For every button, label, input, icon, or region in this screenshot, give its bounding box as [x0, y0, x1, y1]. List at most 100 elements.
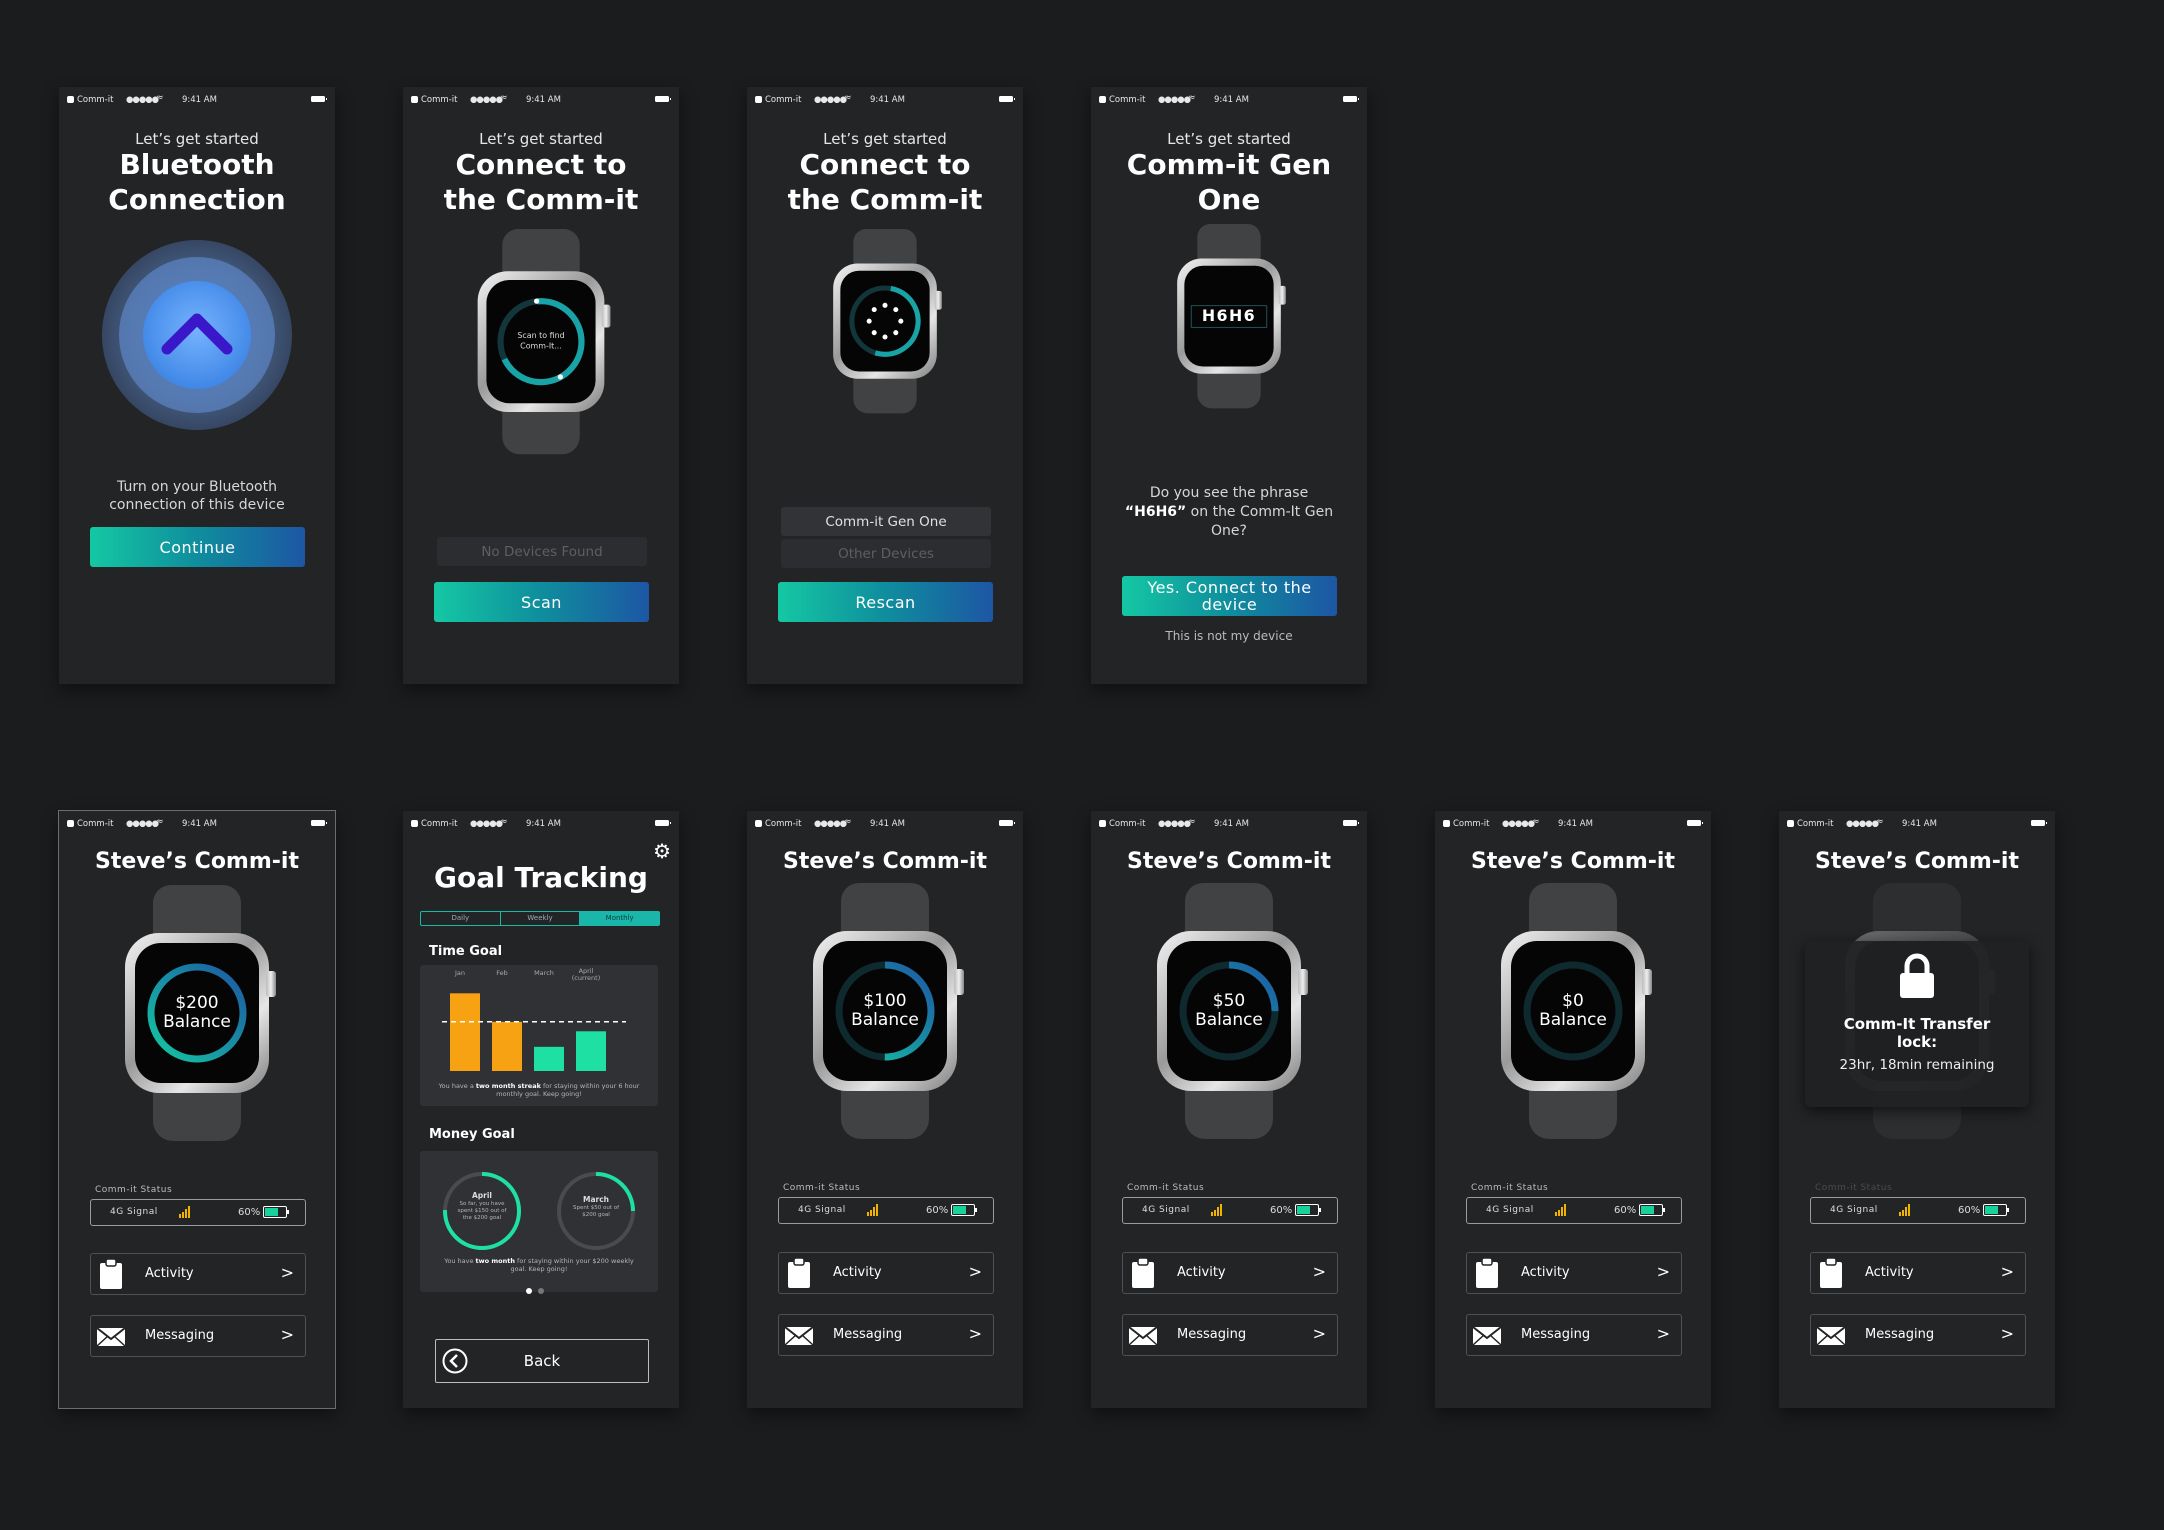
- messaging-row[interactable]: Messaging >: [1122, 1314, 1338, 1356]
- pretitle: Let’s get started: [479, 130, 603, 148]
- chevron-right-icon: >: [2000, 1324, 2014, 1343]
- battery-percent: 60%: [238, 1207, 261, 1218]
- continue-button[interactable]: Continue: [90, 527, 305, 567]
- watch-image: [830, 229, 942, 414]
- confirm-question-line2: “H6H6” on the Comm-It Gen: [1124, 504, 1334, 520]
- signal-bars-icon: [1211, 1204, 1223, 1216]
- lock-remaining: 23hr, 18min remaining: [1839, 1057, 1995, 1073]
- battery-icon: [311, 96, 327, 102]
- clipboard-icon: [1132, 1257, 1154, 1288]
- time-goal-chart: Jan Feb March April (current): [442, 967, 626, 1071]
- scan-button[interactable]: Scan: [434, 582, 649, 622]
- messaging-row[interactable]: Messaging >: [778, 1314, 994, 1356]
- battery-icon: [655, 96, 671, 102]
- signal-dots: ●●●●●: [126, 95, 159, 105]
- status-bar: Comm-it ●●●●● ≈ 9:41 AM: [1091, 817, 1367, 831]
- watch-image: $100 Balance: [809, 883, 964, 1139]
- status-time: 9:41 AM: [1214, 819, 1249, 829]
- chevron-right-icon: >: [1656, 1324, 1670, 1343]
- wifi-icon: ≈: [500, 817, 508, 827]
- time-goal-caption: You have a two month streak for staying …: [438, 1082, 640, 1098]
- activity-row[interactable]: Activity >: [1466, 1252, 1682, 1294]
- signal-bars-icon: [867, 1204, 879, 1216]
- status-bar: Comm-it ●●●●● ≈ 9:41 AM: [1779, 817, 2055, 831]
- activity-label: Activity: [1521, 1265, 1570, 1280]
- watch-image: $50 Balance: [1153, 883, 1308, 1139]
- no-devices-found-field: No Devices Found: [437, 537, 647, 566]
- pretitle: Let’s get started: [1167, 130, 1291, 148]
- tab-weekly[interactable]: Weekly: [501, 912, 581, 925]
- not-my-device-link[interactable]: This is not my device: [1116, 627, 1342, 645]
- messaging-label: Messaging: [833, 1327, 903, 1342]
- signal-label: 4G Signal: [1142, 1205, 1190, 1215]
- chart-category-label: Feb: [496, 969, 508, 977]
- wifi-icon: ≈: [1532, 817, 1540, 827]
- lock-title-line1: Comm-It Transfer: [1843, 1015, 1991, 1033]
- activity-row[interactable]: Activity >: [90, 1253, 306, 1295]
- signal-dots: ●●●●●: [814, 819, 847, 829]
- confirm-question-line1: Do you see the phrase: [1149, 485, 1309, 501]
- pretitle: Let’s get started: [135, 130, 259, 148]
- battery-icon: [1343, 96, 1359, 102]
- page-dots[interactable]: [526, 1279, 544, 1298]
- status-bar: Comm-it ●●●●● ≈ 9:41 AM: [1091, 93, 1367, 107]
- device-option-other[interactable]: Other Devices: [781, 539, 991, 568]
- back-button[interactable]: Back: [435, 1339, 649, 1383]
- messaging-row[interactable]: Messaging >: [90, 1315, 306, 1357]
- scan-text-line1: Scan to find: [517, 331, 565, 341]
- rescan-button[interactable]: Rescan: [778, 582, 993, 622]
- app-logo-icon: [755, 820, 762, 827]
- ring-march-text: Spent $50 out of $200 goal: [572, 1205, 620, 1218]
- activity-row[interactable]: Activity >: [1810, 1252, 2026, 1294]
- tab-monthly[interactable]: Monthly: [580, 912, 660, 925]
- device-status-bar: 4G Signal 60%: [778, 1197, 994, 1224]
- bluetooth-pulse-icon[interactable]: [101, 239, 293, 431]
- carrier-label: Comm-it: [1109, 95, 1146, 105]
- signal-bars-icon: [1899, 1204, 1911, 1216]
- chevron-right-icon: >: [2000, 1262, 2014, 1281]
- carrier-label: Comm-it: [765, 95, 802, 105]
- wifi-icon: ≈: [1188, 817, 1196, 827]
- signal-bars-icon: [179, 1206, 191, 1218]
- page-title-line1: Connect to: [799, 148, 971, 181]
- clipboard-icon: [788, 1257, 810, 1288]
- tab-daily[interactable]: Daily: [421, 912, 501, 925]
- messaging-row[interactable]: Messaging >: [1810, 1314, 2026, 1356]
- screen-transfer-lock: Comm-it ●●●●● ≈ 9:41 AM Steve’s Comm-it …: [1779, 811, 2055, 1408]
- lock-icon: [1900, 953, 1934, 998]
- page-title-line1: Connect to: [455, 148, 627, 181]
- money-goal-heading: Money Goal: [429, 1127, 515, 1142]
- screen-bluetooth-connection: Comm-it ●●●●● ≈ 9:41 AM Let’s get starte…: [59, 87, 335, 684]
- connect-device-button[interactable]: Yes. Connect to the device: [1122, 576, 1337, 616]
- envelope-icon: [97, 1327, 125, 1347]
- status-bar: Comm-it ●●●●● ≈ 9:41 AM: [59, 93, 335, 107]
- page-title-line1: Comm-it Gen: [1126, 148, 1332, 181]
- screen-goal-tracking: Comm-it ●●●●● ≈ 9:41 AM ⚙ Goal Tracking …: [403, 811, 679, 1408]
- activity-row[interactable]: Activity >: [1122, 1252, 1338, 1294]
- gear-icon[interactable]: ⚙: [653, 839, 671, 863]
- battery-percent: 60%: [1614, 1205, 1637, 1216]
- activity-row[interactable]: Activity >: [778, 1252, 994, 1294]
- battery-percent: 60%: [1958, 1205, 1981, 1216]
- signal-label: 4G Signal: [110, 1207, 158, 1217]
- money-goal-caption: You have two month for staying within yo…: [444, 1257, 634, 1273]
- signal-dots: ●●●●●: [1158, 95, 1191, 105]
- balance-label: Balance: [1539, 1010, 1607, 1030]
- messaging-row[interactable]: Messaging >: [1466, 1314, 1682, 1356]
- time-goal-card: Jan Feb March April (current) You have a two…: [420, 965, 658, 1106]
- device-option-comm-it-gen-one[interactable]: Comm-it Gen One: [781, 507, 991, 536]
- status-time: 9:41 AM: [1558, 819, 1593, 829]
- balance-amount: $200: [175, 993, 219, 1013]
- chevron-right-icon: >: [1312, 1324, 1326, 1343]
- ring-march-month: March: [582, 1195, 609, 1204]
- clipboard-icon: [1820, 1257, 1842, 1288]
- device-status-bar: 4G Signal 60%: [1122, 1197, 1338, 1224]
- signal-dots: ●●●●●: [1502, 819, 1535, 829]
- balance-amount: $0: [1562, 991, 1584, 1011]
- app-logo-icon: [411, 96, 418, 103]
- device-status-bar: 4G Signal 60%: [1466, 1197, 1682, 1224]
- status-bar: Comm-it ●●●●● ≈ 9:41 AM: [747, 93, 1023, 107]
- screen-confirm-device: Comm-it ●●●●● ≈ 9:41 AM Let’s get starte…: [1091, 87, 1367, 684]
- carrier-label: Comm-it: [1797, 819, 1834, 829]
- chart-category-label: Jan: [454, 969, 465, 977]
